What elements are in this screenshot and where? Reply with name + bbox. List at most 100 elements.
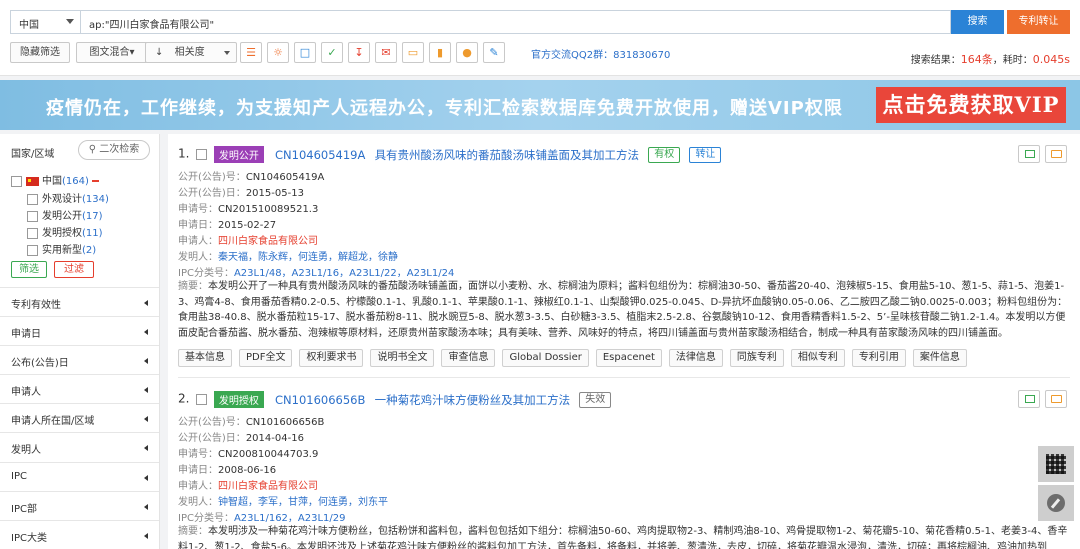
chevron-left-icon: [144, 416, 148, 422]
checkbox[interactable]: [27, 210, 38, 222]
region-select[interactable]: 中国: [10, 10, 80, 34]
facet-label: 公布(公告)日: [11, 358, 69, 369]
ipc-links[interactable]: A23L1/48，A23L1/16，A23L1/22，A23L1/24: [234, 268, 454, 279]
chevron-left-icon: [144, 387, 148, 393]
view-mode-dropdown[interactable]: 图文混合▾: [76, 42, 148, 63]
download-icon[interactable]: ↧: [348, 42, 370, 63]
patent-transfer-button[interactable]: 专利转让: [1007, 10, 1070, 34]
tree-item-label: 发明公开: [42, 211, 82, 222]
facet-ipc-class[interactable]: IPC大类: [0, 520, 159, 548]
list-view-icon[interactable]: ☰: [240, 42, 262, 63]
patent-number-link[interactable]: CN104605419A: [275, 148, 365, 162]
tree-item-invention-grant[interactable]: 发明授权(11): [27, 224, 103, 240]
tree-item-design[interactable]: 外观设计(134): [27, 190, 109, 206]
link-claims[interactable]: 权利要求书: [299, 349, 364, 367]
app-number-row: 申请号：CN201510089521.3: [178, 200, 318, 215]
applicant-link[interactable]: 四川白家食品有限公司: [218, 236, 318, 247]
grid-view-icon[interactable]: [1018, 145, 1040, 163]
checkbox[interactable]: [27, 227, 38, 239]
facet-inventor[interactable]: 发明人: [0, 432, 159, 460]
folder-icon[interactable]: ▭: [402, 42, 424, 63]
facet-ipc-section[interactable]: IPC部: [0, 491, 159, 519]
pub-date-row: 公开(公告)日：2015-05-13: [178, 184, 304, 199]
patent-title-link[interactable]: 一种菊花鸡汁味方便粉丝及其加工方法: [375, 393, 571, 407]
promo-banner[interactable]: 疫情仍在，工作继续，为支援知产人远程办公，专利汇检索数据库免费开放使用，赠送VI…: [0, 80, 1080, 130]
link-citation[interactable]: 专利引用: [851, 349, 906, 367]
folder-icon[interactable]: [1045, 145, 1067, 163]
record-header: 2. 发明授权 CN101606656B 一种菊花鸡汁味方便粉丝及其加工方法 失…: [178, 391, 612, 409]
meta-key: 申请日：: [178, 220, 218, 231]
checkbox-icon[interactable]: ✓: [321, 42, 343, 63]
tree-item-label: 中国: [42, 176, 62, 187]
inventor-links[interactable]: 钟智超，李军，甘萍，何连勇，刘东平: [218, 497, 388, 508]
qq-group-link[interactable]: 官方交流QQ2群：831830670: [531, 46, 670, 61]
facet-pub-date[interactable]: 公布(公告)日: [0, 345, 159, 373]
transfer-badge[interactable]: 转让: [689, 146, 722, 163]
facet-label: 申请日: [11, 329, 41, 340]
meta-key: 申请号：: [178, 204, 218, 215]
banner-text: 疫情仍在，工作继续，为支援知产人远程办公，专利汇检索数据库免费开放使用，赠送VI…: [46, 98, 843, 119]
meta-value: CN101606656B: [245, 417, 325, 428]
facet-validity[interactable]: 专利有效性: [0, 287, 159, 315]
link-similar[interactable]: 相似专利: [790, 349, 845, 367]
feedback-icon[interactable]: [1038, 485, 1074, 521]
link-legal[interactable]: 法律信息: [668, 349, 723, 367]
record-number: 2.: [178, 391, 190, 406]
facet-label: 专利有效性: [11, 300, 61, 311]
applicant-link[interactable]: 四川白家食品有限公司: [218, 481, 318, 492]
record-checkbox[interactable]: [195, 394, 207, 405]
paw-icon[interactable]: ●: [456, 42, 478, 63]
folder-icon[interactable]: [1045, 390, 1067, 408]
result-count: 164条: [960, 53, 993, 66]
record-number: 1.: [178, 146, 190, 161]
link-basic-info[interactable]: 基本信息: [178, 349, 232, 367]
tree-item-count: (11): [82, 228, 103, 239]
facet-applicant-country[interactable]: 申请人所在国/区域: [0, 403, 159, 431]
bar-chart-icon[interactable]: □: [294, 42, 316, 63]
search-row: 中国 ap:"四川白家食品有限公司" 搜索 专利转让: [10, 10, 1070, 34]
search-button[interactable]: 搜索: [951, 10, 1004, 34]
record-checkbox[interactable]: [195, 149, 207, 160]
status-badge: 有权: [648, 146, 681, 163]
chevron-left-icon: [144, 533, 148, 539]
link-case[interactable]: 案件信息: [912, 349, 967, 367]
sort-dropdown[interactable]: ↓ 相关度: [145, 42, 237, 63]
filter-button[interactable]: 筛选: [11, 261, 47, 278]
tree-item-invention-pub[interactable]: 发明公开(17): [27, 207, 103, 223]
facet-applicant[interactable]: 申请人: [0, 374, 159, 402]
facet-app-date[interactable]: 申请日: [0, 316, 159, 344]
pub-number-row: 公开(公告)号：CN104605419A: [178, 168, 324, 183]
inventor-links[interactable]: 秦天福，陈永辉，何连勇，解超龙，徐静: [218, 252, 398, 263]
collapse-icon[interactable]: [91, 180, 99, 182]
link-description[interactable]: 说明书全文: [370, 349, 435, 367]
book-icon[interactable]: ▮: [429, 42, 451, 63]
secondary-search-button[interactable]: ⚲ 二次检索: [78, 140, 150, 160]
get-vip-button[interactable]: 点击免费获取VIP: [876, 87, 1066, 123]
exclude-button[interactable]: 过滤: [54, 261, 94, 278]
patent-number-link[interactable]: CN101606656B: [275, 393, 365, 407]
tree-item-utility[interactable]: 实用新型(2): [27, 241, 96, 257]
link-examination[interactable]: 审查信息: [441, 349, 496, 367]
patent-title-link[interactable]: 具有贵州酸汤风味的番茄酸汤味铺盖面及其加工方法: [375, 148, 640, 162]
grid-view-icon[interactable]: [1018, 390, 1040, 408]
hide-filter-button[interactable]: 隐藏筛选: [10, 42, 70, 63]
checkbox[interactable]: [11, 175, 22, 187]
facet-ipc[interactable]: IPC: [0, 462, 159, 490]
checkbox[interactable]: [27, 244, 38, 256]
ipc-links[interactable]: A23L1/162，A23L1/29: [234, 513, 346, 524]
qr-code-icon[interactable]: [1038, 446, 1074, 482]
link-family[interactable]: 同族专利: [729, 349, 784, 367]
region-select-value: 中国: [19, 20, 39, 31]
edit-icon[interactable]: ✎: [483, 42, 505, 63]
search-input[interactable]: ap:"四川白家食品有限公司": [80, 10, 951, 34]
tree-item-count: (17): [82, 211, 103, 222]
patent-type-badge: 发明授权: [213, 391, 264, 408]
link-global-dossier[interactable]: Global Dossier: [502, 349, 589, 367]
link-pdf[interactable]: PDF全文: [239, 349, 293, 367]
china-flag-icon: [26, 176, 39, 186]
tree-item-china[interactable]: 中国(164): [11, 172, 99, 188]
checkbox[interactable]: [27, 193, 38, 205]
mail-icon[interactable]: ✉: [375, 42, 397, 63]
link-espacenet[interactable]: Espacenet: [595, 349, 662, 367]
settings-icon[interactable]: ☼: [267, 42, 289, 63]
